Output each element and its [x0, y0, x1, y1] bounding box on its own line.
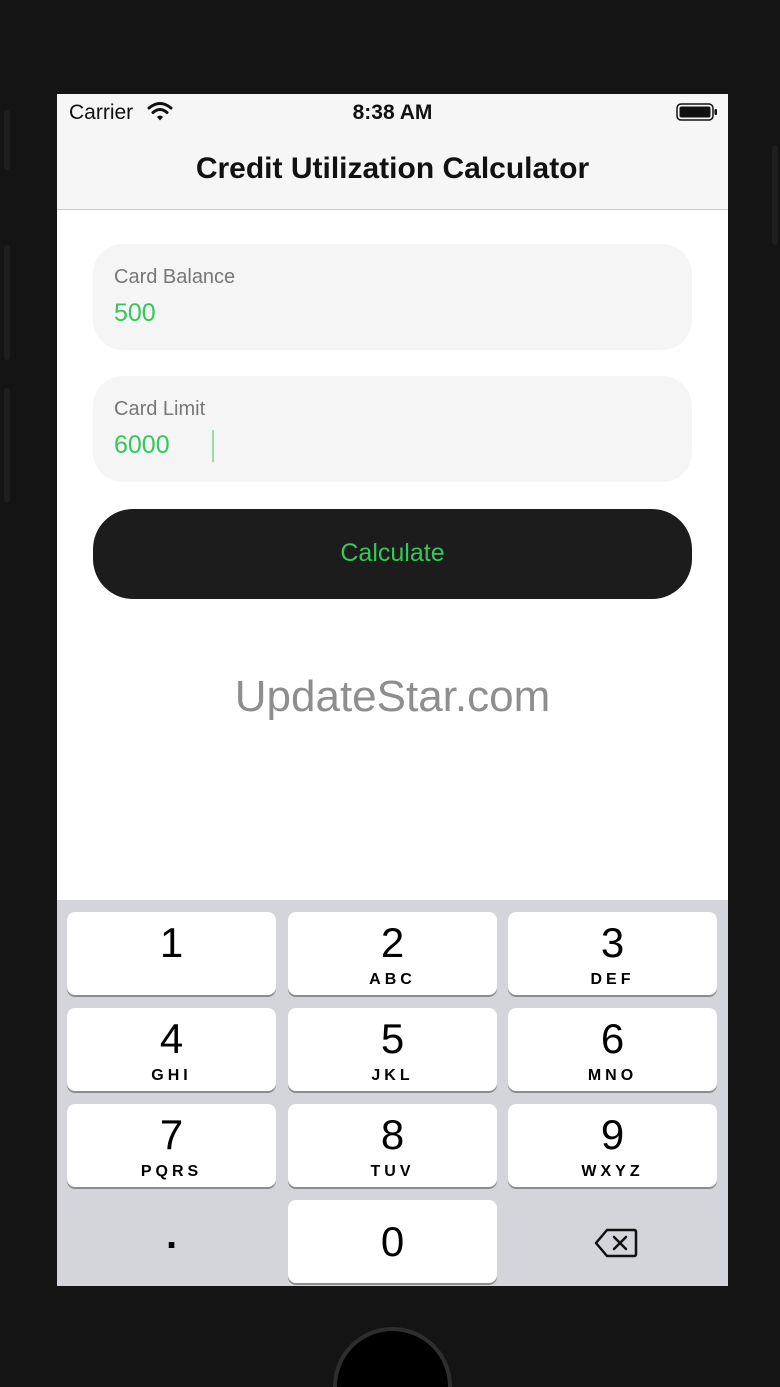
key-number: 3: [600, 919, 625, 966]
volume-down-button: [4, 388, 10, 503]
key-5[interactable]: 5 JKL: [288, 1008, 497, 1091]
key-9[interactable]: 9 WXYZ: [508, 1104, 717, 1187]
delete-key[interactable]: [508, 1205, 717, 1286]
key-1[interactable]: 1: [67, 912, 276, 995]
card-balance-field[interactable]: Card Balance 500: [93, 244, 692, 350]
mute-switch: [4, 110, 10, 170]
key-decimal-point[interactable]: .: [67, 1205, 276, 1286]
key-number: 8: [380, 1111, 405, 1158]
card-balance-value[interactable]: 500: [114, 299, 156, 328]
numeric-keypad: 1 2 ABC 3 DEF 4 GHI 5 JKL 6 MNO 7 PQRS 8…: [57, 900, 728, 1286]
key-number: 0: [380, 1218, 405, 1265]
power-button: [772, 145, 778, 245]
delete-backspace-icon: [594, 1228, 638, 1258]
watermark: UpdateStar.com: [234, 672, 551, 721]
key-4[interactable]: 4 GHI: [67, 1008, 276, 1091]
key-6[interactable]: 6 MNO: [508, 1008, 717, 1091]
home-button[interactable]: [333, 1327, 452, 1387]
key-number: 9: [600, 1111, 625, 1158]
key-number: 2: [380, 919, 405, 966]
card-limit-field[interactable]: Card Limit 6000: [93, 376, 692, 482]
key-0[interactable]: 0: [288, 1200, 497, 1283]
screen: Carrier 8:38 AM Credit Utilization Calcu…: [57, 94, 728, 1286]
battery-icon: [676, 103, 717, 121]
text-cursor: [212, 430, 214, 462]
key-3[interactable]: 3 DEF: [508, 912, 717, 995]
key-8[interactable]: 8 TUV: [288, 1104, 497, 1187]
key-letters: GHI: [151, 1067, 192, 1084]
key-number: 4: [159, 1015, 184, 1062]
key-letters: TUV: [370, 1163, 415, 1180]
calculate-button[interactable]: Calculate: [93, 509, 692, 599]
key-number: 6: [600, 1015, 625, 1062]
key-letters: JKL: [371, 1067, 414, 1084]
navigation-bar: Credit Utilization Calculator: [57, 132, 728, 210]
card-balance-label: Card Balance: [114, 266, 236, 288]
calculate-button-label: Calculate: [340, 539, 445, 567]
card-limit-value[interactable]: 6000: [114, 431, 170, 460]
status-bar: Carrier 8:38 AM: [57, 94, 728, 132]
volume-up-button: [4, 245, 10, 360]
key-number: 1: [159, 919, 184, 966]
card-limit-label: Card Limit: [114, 398, 206, 420]
phone-frame: Carrier 8:38 AM Credit Utilization Calcu…: [0, 0, 780, 1387]
key-2[interactable]: 2 ABC: [288, 912, 497, 995]
key-letters: DEF: [590, 971, 635, 988]
key-number: 5: [380, 1015, 405, 1062]
key-number: 7: [159, 1111, 184, 1158]
page-title: Credit Utilization Calculator: [195, 152, 590, 185]
key-letters: ABC: [369, 971, 416, 988]
key-letters: PQRS: [140, 1163, 203, 1180]
key-letters: MNO: [587, 1067, 638, 1084]
key-letters: WXYZ: [581, 1163, 644, 1180]
clock: 8:38 AM: [352, 101, 433, 124]
key-7[interactable]: 7 PQRS: [67, 1104, 276, 1187]
